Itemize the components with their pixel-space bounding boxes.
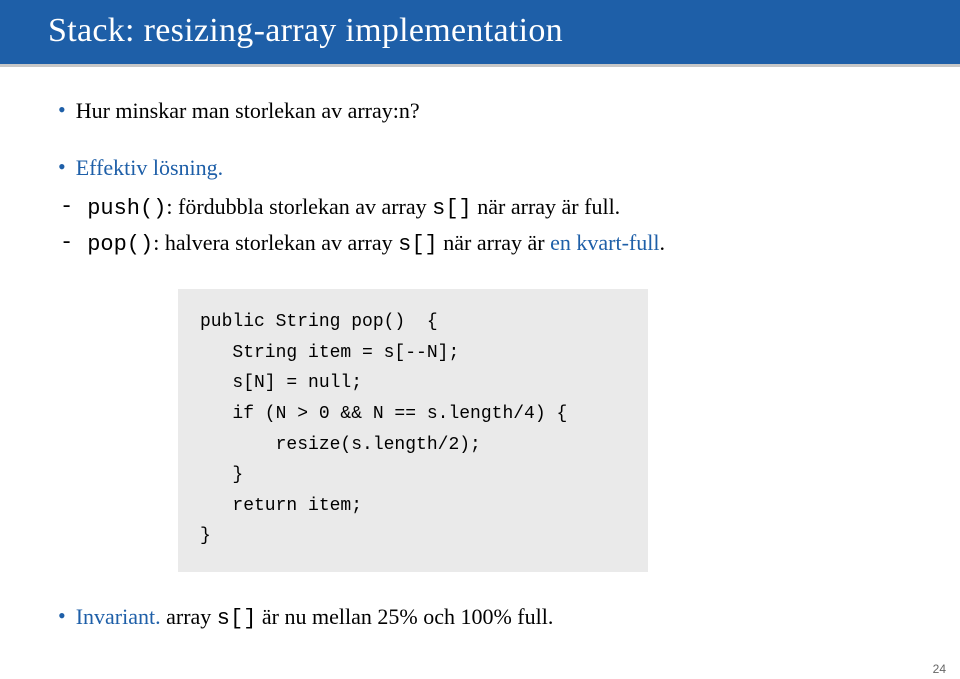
code-inline: s[] [398, 232, 438, 257]
text-inline: array [161, 604, 217, 629]
dash-icon: - [60, 192, 73, 223]
bullet-question: • Hur minskar man storlekan av array:n? [58, 96, 900, 127]
code-block: public String pop() { String item = s[--… [178, 289, 648, 572]
text-inline: när array är [438, 230, 550, 255]
code-inline: pop() [87, 232, 153, 257]
dash-list: - push(): fördubbla storlekan av array s… [58, 192, 900, 262]
code-inline: s[] [432, 196, 472, 221]
dash-icon: - [60, 228, 73, 259]
text-inline: när array är full. [472, 194, 620, 219]
bullet-solution-label: Effektiv lösning. [76, 153, 223, 184]
bullet-solution: • Effektiv lösning. [58, 153, 900, 184]
highlight-text: Invariant. [76, 604, 161, 629]
slide-content: • Hur minskar man storlekan av array:n? … [0, 64, 960, 663]
text-inline: är nu mellan 25% och 100% full. [256, 604, 553, 629]
dash-item-push: - push(): fördubbla storlekan av array s… [58, 192, 900, 225]
bullet-invariant-text: Invariant. array s[] är nu mellan 25% oc… [76, 602, 554, 635]
bullet-invariant: • Invariant. array s[] är nu mellan 25% … [58, 602, 900, 635]
slide-title: Stack: resizing-array implementation [48, 12, 912, 50]
dash-item-pop-text: pop(): halvera storlekan av array s[] nä… [87, 228, 665, 261]
bullet-question-text: Hur minskar man storlekan av array:n? [76, 96, 420, 127]
bullet-dot-icon: • [58, 96, 66, 125]
code-inline: s[] [217, 606, 257, 631]
text-inline: : halvera storlekan av array [153, 230, 398, 255]
dash-item-pop: - pop(): halvera storlekan av array s[] … [58, 228, 900, 261]
bullet-dot-icon: • [58, 153, 66, 182]
text-inline: : fördubbla storlekan av array [166, 194, 432, 219]
bullet-dot-icon: • [58, 602, 66, 631]
dash-item-push-text: push(): fördubbla storlekan av array s[]… [87, 192, 620, 225]
text-inline: . [660, 230, 666, 255]
page-number: 24 [933, 663, 946, 675]
slide-header: Stack: resizing-array implementation [0, 0, 960, 64]
highlight-text: en kvart-full [550, 230, 659, 255]
code-inline: push() [87, 196, 166, 221]
